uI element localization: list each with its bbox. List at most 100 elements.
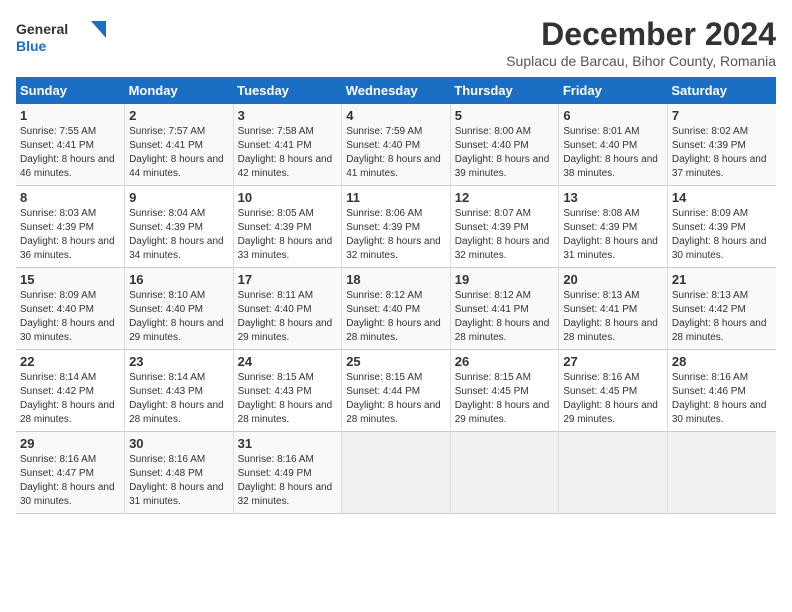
day-number: 28 [672, 354, 772, 369]
day-number: 12 [455, 190, 555, 205]
calendar-cell: 31Sunrise: 8:16 AMSunset: 4:49 PMDayligh… [233, 432, 342, 514]
day-number: 26 [455, 354, 555, 369]
day-number: 24 [238, 354, 338, 369]
day-number: 13 [563, 190, 663, 205]
day-info: Sunrise: 8:05 AMSunset: 4:39 PMDaylight:… [238, 207, 338, 263]
weekday-header-tuesday: Tuesday [233, 77, 342, 104]
day-number: 2 [129, 108, 229, 123]
day-info: Sunrise: 8:09 AMSunset: 4:40 PMDaylight:… [20, 289, 120, 345]
day-info: Sunrise: 8:14 AMSunset: 4:43 PMDaylight:… [129, 371, 229, 427]
day-number: 4 [346, 108, 446, 123]
calendar-cell: 21 Sunrise: 8:13 AMSunset: 4:42 PMDayligh… [667, 268, 776, 350]
calendar-cell: 23Sunrise: 8:14 AMSunset: 4:43 PMDayligh… [125, 350, 234, 432]
calendar-cell: 5Sunrise: 8:00 AMSunset: 4:40 PMDaylight… [450, 104, 559, 186]
day-number: 21 [672, 272, 772, 287]
calendar-cell: 14 Sunrise: 8:09 AMSunset: 4:39 PMDayligh… [667, 186, 776, 268]
week-row-4: 22 Sunrise: 8:14 AMSunset: 4:42 PMDayligh… [16, 350, 776, 432]
day-number: 1 [20, 108, 120, 123]
day-info: Sunrise: 8:15 AMSunset: 4:44 PMDaylight:… [346, 371, 446, 427]
day-info: Sunrise: 8:16 AMSunset: 4:48 PMDaylight:… [129, 453, 229, 509]
calendar-cell: 7Sunrise: 8:02 AMSunset: 4:39 PMDaylight… [667, 104, 776, 186]
day-number: 22 [20, 354, 120, 369]
day-number: 29 [20, 436, 120, 451]
day-info: Sunrise: 8:09 AMSunset: 4:39 PMDaylight:… [672, 207, 772, 263]
day-info: Sunrise: 8:04 AMSunset: 4:39 PMDaylight:… [129, 207, 229, 263]
calendar-cell: 15Sunrise: 8:09 AMSunset: 4:40 PMDayligh… [16, 268, 125, 350]
day-number: 17 [238, 272, 338, 287]
day-info: Sunrise: 8:11 AMSunset: 4:40 PMDaylight:… [238, 289, 338, 345]
calendar-cell: 24Sunrise: 8:15 AMSunset: 4:43 PMDayligh… [233, 350, 342, 432]
logo: General Blue [16, 16, 106, 61]
calendar-cell: 16 Sunrise: 8:10 AMSunset: 4:40 PMDayligh… [125, 268, 234, 350]
day-number: 6 [563, 108, 663, 123]
calendar-cell: 1Sunrise: 7:55 AMSunset: 4:41 PMDaylight… [16, 104, 125, 186]
day-number: 14 [672, 190, 772, 205]
day-number: 3 [238, 108, 338, 123]
calendar-cell: 30 Sunrise: 8:16 AMSunset: 4:48 PMDayligh… [125, 432, 234, 514]
calendar-cell: 11Sunrise: 8:06 AMSunset: 4:39 PMDayligh… [342, 186, 451, 268]
weekday-header-saturday: Saturday [667, 77, 776, 104]
day-info: Sunrise: 8:12 AMSunset: 4:40 PMDaylight:… [346, 289, 446, 345]
day-number: 27 [563, 354, 663, 369]
day-info: Sunrise: 8:03 AMSunset: 4:39 PMDaylight:… [20, 207, 120, 263]
day-number: 18 [346, 272, 446, 287]
calendar-cell: 2 Sunrise: 7:57 AMSunset: 4:41 PMDaylight… [125, 104, 234, 186]
day-info: Sunrise: 7:57 AMSunset: 4:41 PMDaylight:… [129, 125, 229, 181]
calendar-cell: 19 Sunrise: 8:12 AMSunset: 4:41 PMDayligh… [450, 268, 559, 350]
day-info: Sunrise: 8:14 AMSunset: 4:42 PMDaylight:… [20, 371, 120, 427]
calendar-cell: 27Sunrise: 8:16 AMSunset: 4:45 PMDayligh… [559, 350, 668, 432]
weekday-header-sunday: Sunday [16, 77, 125, 104]
week-row-3: 15Sunrise: 8:09 AMSunset: 4:40 PMDayligh… [16, 268, 776, 350]
calendar-cell: 17 Sunrise: 8:11 AMSunset: 4:40 PMDayligh… [233, 268, 342, 350]
calendar-cell: 29 Sunrise: 8:16 AMSunset: 4:47 PMDayligh… [16, 432, 125, 514]
month-title: December 2024 [506, 16, 776, 53]
svg-text:General: General [16, 21, 68, 37]
weekday-header-friday: Friday [559, 77, 668, 104]
calendar-table: SundayMondayTuesdayWednesdayThursdayFrid… [16, 77, 776, 514]
day-info: Sunrise: 8:01 AMSunset: 4:40 PMDaylight:… [563, 125, 663, 181]
day-info: Sunrise: 8:15 AMSunset: 4:45 PMDaylight:… [455, 371, 555, 427]
title-area: December 2024 Suplacu de Barcau, Bihor C… [506, 16, 776, 69]
week-row-2: 8 Sunrise: 8:03 AMSunset: 4:39 PMDaylight… [16, 186, 776, 268]
calendar-cell [559, 432, 668, 514]
day-info: Sunrise: 8:10 AMSunset: 4:40 PMDaylight:… [129, 289, 229, 345]
day-number: 5 [455, 108, 555, 123]
weekday-header-monday: Monday [125, 77, 234, 104]
location-title: Suplacu de Barcau, Bihor County, Romania [506, 53, 776, 69]
day-info: Sunrise: 8:16 AMSunset: 4:47 PMDaylight:… [20, 453, 120, 509]
calendar-cell: 28 Sunrise: 8:16 AMSunset: 4:46 PMDayligh… [667, 350, 776, 432]
day-info: Sunrise: 8:12 AMSunset: 4:41 PMDaylight:… [455, 289, 555, 345]
weekday-header-thursday: Thursday [450, 77, 559, 104]
day-number: 10 [238, 190, 338, 205]
week-row-1: 1Sunrise: 7:55 AMSunset: 4:41 PMDaylight… [16, 104, 776, 186]
day-number: 31 [238, 436, 338, 451]
calendar-cell: 26 Sunrise: 8:15 AMSunset: 4:45 PMDayligh… [450, 350, 559, 432]
week-row-5: 29 Sunrise: 8:16 AMSunset: 4:47 PMDayligh… [16, 432, 776, 514]
calendar-cell [342, 432, 451, 514]
logo-svg: General Blue [16, 16, 106, 61]
day-info: Sunrise: 8:16 AMSunset: 4:46 PMDaylight:… [672, 371, 772, 427]
day-number: 19 [455, 272, 555, 287]
day-number: 16 [129, 272, 229, 287]
day-info: Sunrise: 7:59 AMSunset: 4:40 PMDaylight:… [346, 125, 446, 181]
day-number: 8 [20, 190, 120, 205]
calendar-cell: 13Sunrise: 8:08 AMSunset: 4:39 PMDayligh… [559, 186, 668, 268]
calendar-cell: 8 Sunrise: 8:03 AMSunset: 4:39 PMDaylight… [16, 186, 125, 268]
calendar-cell: 10 Sunrise: 8:05 AMSunset: 4:39 PMDayligh… [233, 186, 342, 268]
calendar-cell [667, 432, 776, 514]
day-number: 9 [129, 190, 229, 205]
day-info: Sunrise: 8:06 AMSunset: 4:39 PMDaylight:… [346, 207, 446, 263]
day-info: Sunrise: 8:07 AMSunset: 4:39 PMDaylight:… [455, 207, 555, 263]
weekday-header-row: SundayMondayTuesdayWednesdayThursdayFrid… [16, 77, 776, 104]
day-number: 30 [129, 436, 229, 451]
calendar-cell: 3 Sunrise: 7:58 AMSunset: 4:41 PMDaylight… [233, 104, 342, 186]
day-number: 20 [563, 272, 663, 287]
day-info: Sunrise: 7:58 AMSunset: 4:41 PMDaylight:… [238, 125, 338, 181]
page-header: General Blue December 2024 Suplacu de Ba… [16, 16, 776, 69]
calendar-cell: 9 Sunrise: 8:04 AMSunset: 4:39 PMDaylight… [125, 186, 234, 268]
day-number: 25 [346, 354, 446, 369]
calendar-cell: 12 Sunrise: 8:07 AMSunset: 4:39 PMDayligh… [450, 186, 559, 268]
calendar-cell: 20Sunrise: 8:13 AMSunset: 4:41 PMDayligh… [559, 268, 668, 350]
day-info: Sunrise: 8:13 AMSunset: 4:42 PMDaylight:… [672, 289, 772, 345]
calendar-body: 1Sunrise: 7:55 AMSunset: 4:41 PMDaylight… [16, 104, 776, 514]
